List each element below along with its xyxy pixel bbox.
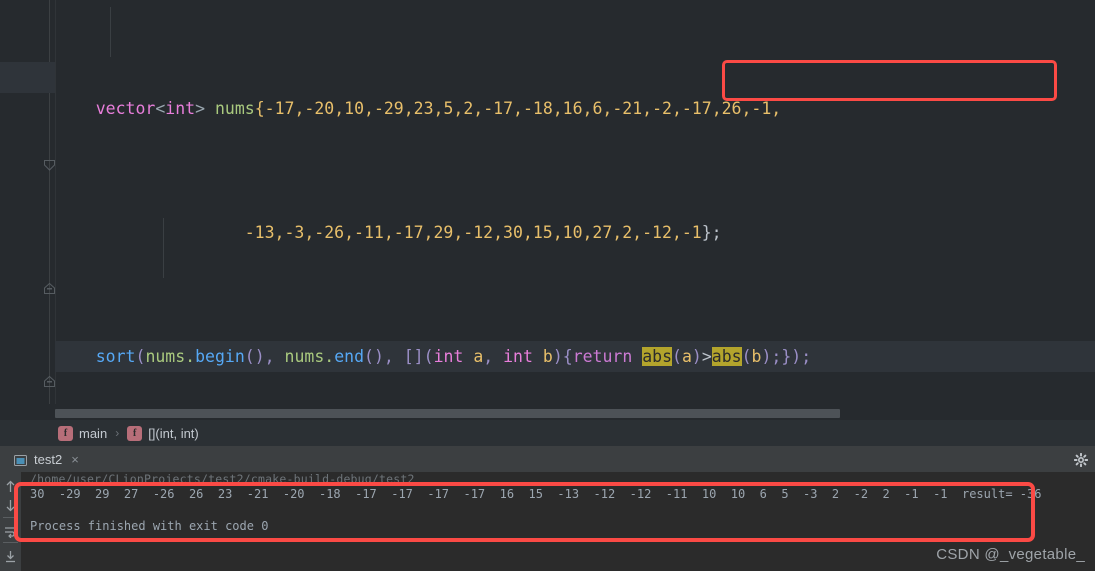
token-lambda-head: (), []( (364, 347, 434, 366)
token-nums-dot-2: nums. (284, 347, 335, 366)
token-nums: nums (214, 99, 255, 118)
breadcrumb[interactable]: f main › f [](int, int) (0, 420, 1095, 446)
code-line-3[interactable]: sort(nums.begin(), nums.end(), [](int a,… (55, 341, 1095, 372)
ide-window: vector<int> nums{-17,-20,10,-29,23,5,2,-… (0, 0, 1095, 571)
token-lt: < (155, 99, 166, 118)
code-line-1[interactable]: vector<int> nums{-17,-20,10,-29,23,5,2,-… (55, 93, 1095, 124)
console-process-line: Process finished with exit code 0 (30, 519, 269, 533)
function-icon: f (58, 425, 73, 441)
token-nums-dot: nums. (145, 347, 196, 366)
indent-guide-2 (163, 218, 164, 278)
gutter-divider (49, 0, 50, 404)
console-clipped-path: /home/user/CLionProjects/test2/cmake-bui… (30, 472, 415, 486)
run-tab-label: test2 (34, 451, 63, 467)
fold-marker-function-end[interactable] (44, 376, 55, 387)
run-tab-bar[interactable]: test2 × (0, 446, 1095, 472)
token-param-b: b (542, 347, 553, 366)
code-line-2[interactable]: -13,-3,-26,-11,-17,29,-12,30,15,10,27,2,… (55, 217, 1095, 248)
breadcrumb-item-lambda[interactable]: f [](int, int) (127, 425, 199, 441)
token-parens-1: (), (244, 347, 285, 366)
run-configuration-icon (14, 454, 27, 466)
token-begin: begin (195, 347, 245, 366)
breadcrumb-label-main: main (79, 425, 108, 441)
csdn-watermark: CSDN @_vegetable_ (936, 546, 1085, 563)
function-icon: f (127, 425, 143, 441)
token-b-inner: b (751, 347, 762, 366)
export-icon[interactable] (4, 548, 17, 563)
token-vector: vector (95, 99, 156, 118)
toolbar-divider (3, 517, 18, 518)
token-return-kw: return (572, 347, 643, 366)
token-int: int (165, 99, 196, 118)
token-array-part-1: {-17,-20,10,-29,23,5,2,-17,-18,16,6,-21,… (254, 99, 782, 118)
arrow-down-icon[interactable] (4, 497, 17, 512)
code-editor[interactable]: vector<int> nums{-17,-20,10,-29,23,5,2,-… (0, 0, 1095, 404)
breadcrumb-item-main[interactable]: f main (58, 425, 108, 441)
editor-hscrollbar-thumb[interactable] (55, 409, 840, 418)
soft-wrap-icon[interactable] (4, 523, 17, 539)
close-icon[interactable]: × (71, 452, 79, 467)
fold-marker-block-end[interactable] (44, 283, 55, 294)
token-int-b: int (503, 347, 543, 366)
token-b-close: ) (761, 347, 772, 366)
token-a-close: ) (691, 347, 702, 366)
run-tool-window: test2 × /home/user/CLionProjects/test2/c… (0, 446, 1095, 571)
breadcrumb-label-lambda: [](int, int) (148, 425, 199, 441)
run-tab-test2[interactable]: test2 × (0, 446, 85, 472)
token-abs-1: abs (642, 347, 673, 366)
token-b-arg: ( (741, 347, 752, 366)
token-int-a: int (433, 347, 474, 366)
token-open-paren: ( (135, 347, 146, 366)
gear-icon[interactable] (1073, 452, 1089, 468)
code-text[interactable]: vector<int> nums{-17,-20,10,-29,23,5,2,-… (55, 0, 1095, 404)
token-brace-open: { (562, 347, 573, 366)
fold-marker-for-loop[interactable] (44, 160, 55, 171)
token-param-a: a (473, 347, 484, 366)
current-line-gutter-highlight (0, 62, 55, 93)
token-close-lambda: ) (552, 347, 563, 366)
token-a-inner: a (681, 347, 692, 366)
token-sort: sort (95, 347, 136, 366)
toolbar-divider-2 (3, 542, 18, 543)
arrow-up-icon[interactable] (4, 478, 17, 492)
token-gt: > (195, 99, 215, 118)
run-sidebar-toolbar[interactable] (0, 472, 21, 571)
indent-guide-1 (110, 7, 111, 57)
token-end: end (334, 347, 365, 366)
token-gt-compare: > (701, 347, 712, 366)
token-array-part-2: -13,-3,-26,-11,-17,29,-12,30,15,10,27,2,… (244, 223, 702, 242)
editor-gutter[interactable] (0, 0, 56, 404)
breadcrumb-separator: › (115, 426, 120, 440)
token-abs-2: abs (711, 347, 742, 366)
console-output-line: 30 -29 29 27 -26 26 23 -21 -20 -18 -17 -… (30, 487, 1042, 501)
token-lambda-tail: ;}); (771, 347, 812, 366)
token-array-end: }; (701, 223, 722, 242)
token-comma: , (483, 347, 504, 366)
run-console[interactable]: /home/user/CLionProjects/test2/cmake-bui… (21, 472, 1095, 571)
token-a-arg: ( (672, 347, 682, 366)
